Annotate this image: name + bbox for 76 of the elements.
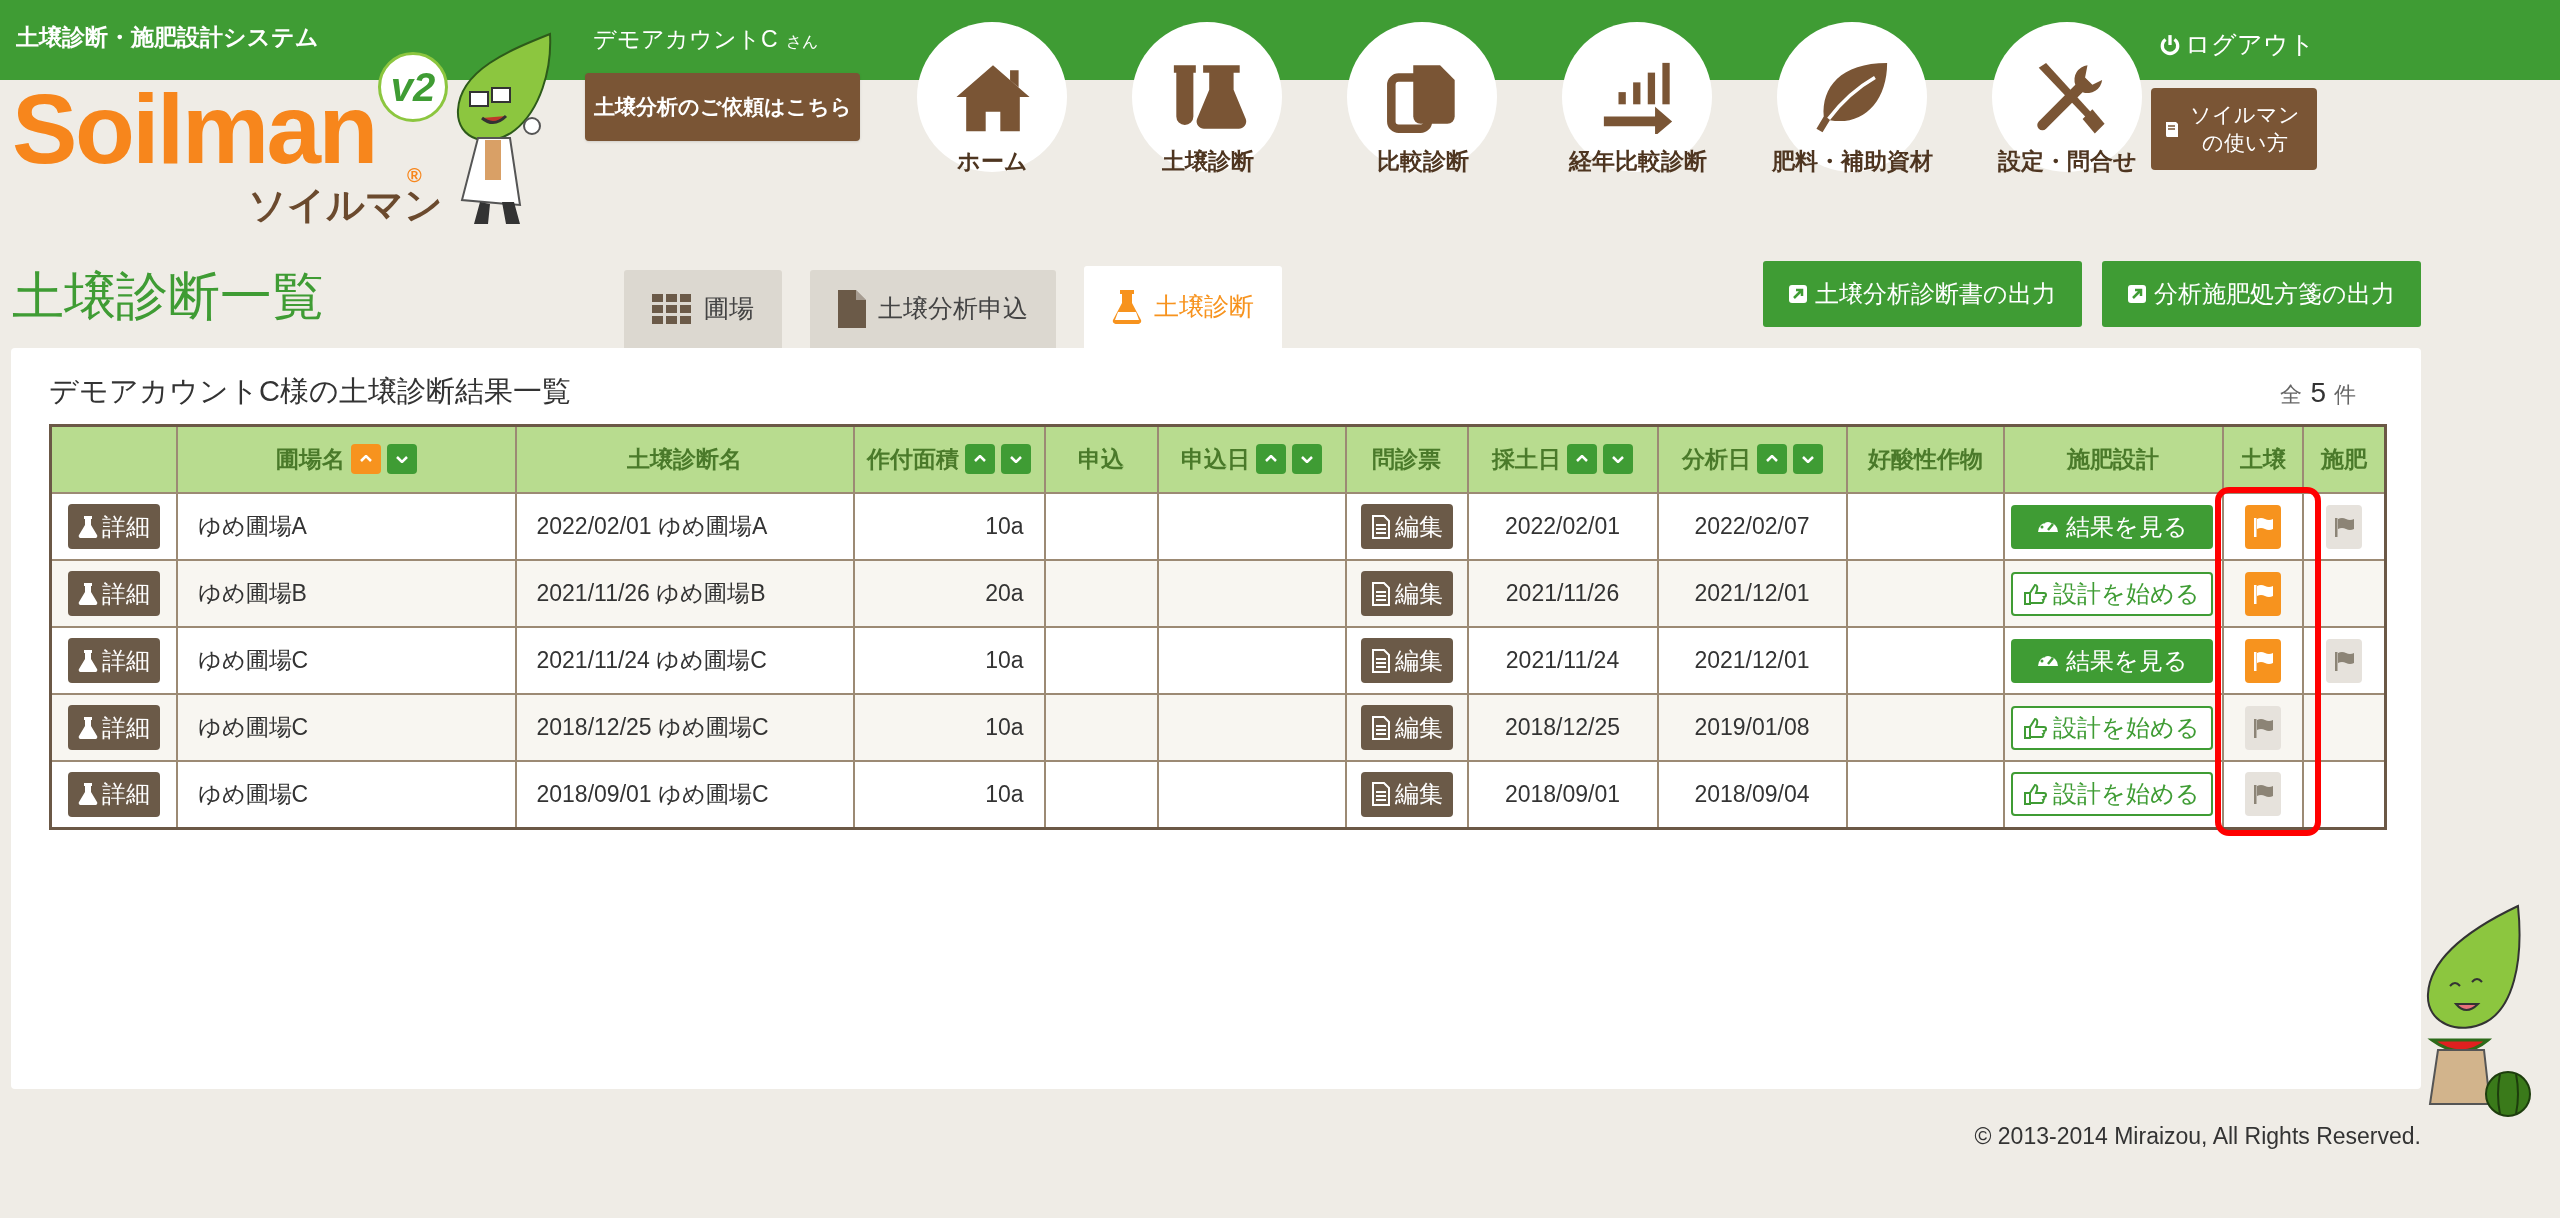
- detail-button[interactable]: 詳細: [67, 638, 160, 683]
- table-cell: 2018/09/04: [1694, 781, 1810, 807]
- table-cell: 2019/01/08: [1694, 714, 1810, 741]
- table-cell: ゆめ圃場C: [197, 647, 309, 674]
- manual-button[interactable]: ソイルマンの使い方: [2151, 87, 2317, 170]
- table-cell: 2018/09/01 ゆめ圃場C: [536, 781, 769, 807]
- detail-button[interactable]: 詳細: [67, 771, 160, 817]
- column-header: 施肥設計: [2067, 445, 2159, 474]
- system-title: 土壌診断・施肥設計システム: [16, 23, 319, 52]
- table-cell: 2022/02/01 ゆめ圃場A: [536, 513, 768, 540]
- start-design-button[interactable]: 設計を始める: [2010, 571, 2213, 616]
- table-cell: ゆめ圃場C: [197, 781, 309, 807]
- table-cell: 2021/11/26 ゆめ圃場B: [536, 580, 766, 607]
- table-cell: 2018/12/25 ゆめ圃場C: [536, 714, 769, 741]
- start-design-button[interactable]: 設計を始める: [2010, 772, 2213, 817]
- table-cell: 2022/02/07: [1694, 513, 1810, 540]
- result-count: 5: [2310, 375, 2326, 410]
- table-cell: 2021/11/26: [1505, 580, 1620, 607]
- export-button[interactable]: 土壌分析診断書の出力: [1763, 261, 2082, 327]
- column-header: 採土日: [1492, 445, 1561, 474]
- copyright-text: © 2013-2014 Miraizou, All Rights Reserved.: [1974, 1122, 2421, 1151]
- column-header: 圃場名: [275, 445, 345, 474]
- view-results-button[interactable]: 結果を見る: [2010, 638, 2213, 683]
- column-header: 申込: [1078, 445, 1124, 474]
- request-banner-link[interactable]: 土壌分析のご依頼はこちら: [585, 72, 860, 141]
- table-cell: 2022/02/01: [1504, 513, 1621, 540]
- count-prefix: 全: [2280, 380, 2303, 409]
- edit-button[interactable]: 編集: [1360, 638, 1453, 683]
- nav-item[interactable]: 経年比較診断: [1530, 0, 1745, 215]
- edit-button[interactable]: 編集: [1360, 504, 1453, 549]
- logo-wordmark: Soilman: [12, 80, 377, 178]
- column-header: 施肥: [2320, 445, 2367, 474]
- user-suffix: さん: [785, 32, 818, 52]
- table-cell: 10a: [985, 714, 1024, 741]
- nav-item[interactable]: 肥料・補助資材: [1745, 0, 1960, 215]
- column-header: 分析日: [1681, 445, 1751, 474]
- table-cell: 2021/11/24 ゆめ圃場C: [536, 647, 767, 674]
- page-title: 土壌診断一覧: [12, 266, 325, 327]
- start-design-button[interactable]: 設計を始める: [2010, 705, 2213, 750]
- table-cell: 2021/12/01: [1694, 580, 1810, 607]
- nav-item[interactable]: ホーム: [885, 0, 1100, 215]
- edit-button[interactable]: 編集: [1360, 771, 1453, 817]
- table-cell: 2018/09/01: [1504, 781, 1621, 807]
- column-header: 土壌診断名: [627, 445, 742, 474]
- table-cell: ゆめ圃場B: [197, 580, 307, 607]
- column-header: 作付面積: [867, 445, 959, 474]
- registered-mark: ®: [407, 163, 422, 188]
- table-cell: 10a: [985, 513, 1024, 540]
- detail-button[interactable]: 詳細: [67, 504, 160, 549]
- table-cell: 2018/12/25: [1504, 714, 1621, 741]
- export-button[interactable]: 分析施肥処方箋の出力: [2102, 261, 2421, 327]
- table-cell: ゆめ圃場A: [197, 513, 307, 540]
- column-header: 問診票: [1372, 445, 1441, 474]
- nav-item[interactable]: 比較診断: [1315, 0, 1530, 215]
- detail-button[interactable]: 詳細: [67, 571, 160, 616]
- table-cell: 20a: [985, 580, 1024, 607]
- column-header: 好酸性作物: [1867, 445, 1983, 474]
- edit-button[interactable]: 編集: [1360, 571, 1453, 616]
- logo-kana: ソイルマン: [248, 186, 443, 224]
- column-header: 土壌: [2239, 445, 2286, 474]
- table-cell: 10a: [985, 647, 1024, 674]
- count-suffix: 件: [2334, 380, 2356, 409]
- view-results-button[interactable]: 結果を見る: [2010, 504, 2213, 549]
- nav-item[interactable]: 土壌診断: [1100, 0, 1315, 215]
- table-cell: 10a: [985, 781, 1024, 807]
- tab[interactable]: 土壌分析申込: [810, 270, 1056, 348]
- tab[interactable]: 圃場: [624, 270, 782, 348]
- column-header: 申込日: [1181, 445, 1250, 474]
- detail-button[interactable]: 詳細: [67, 705, 160, 750]
- results-caption: デモアカウントC様の土壌診断結果一覧: [49, 374, 571, 409]
- edit-button[interactable]: 編集: [1360, 705, 1453, 750]
- table-cell: ゆめ圃場C: [197, 714, 309, 741]
- user-name: デモアカウントC: [593, 25, 778, 54]
- table-cell: 2021/11/24: [1505, 647, 1620, 674]
- table-cell: 2021/12/01: [1694, 647, 1810, 674]
- version-badge: v2: [378, 52, 448, 122]
